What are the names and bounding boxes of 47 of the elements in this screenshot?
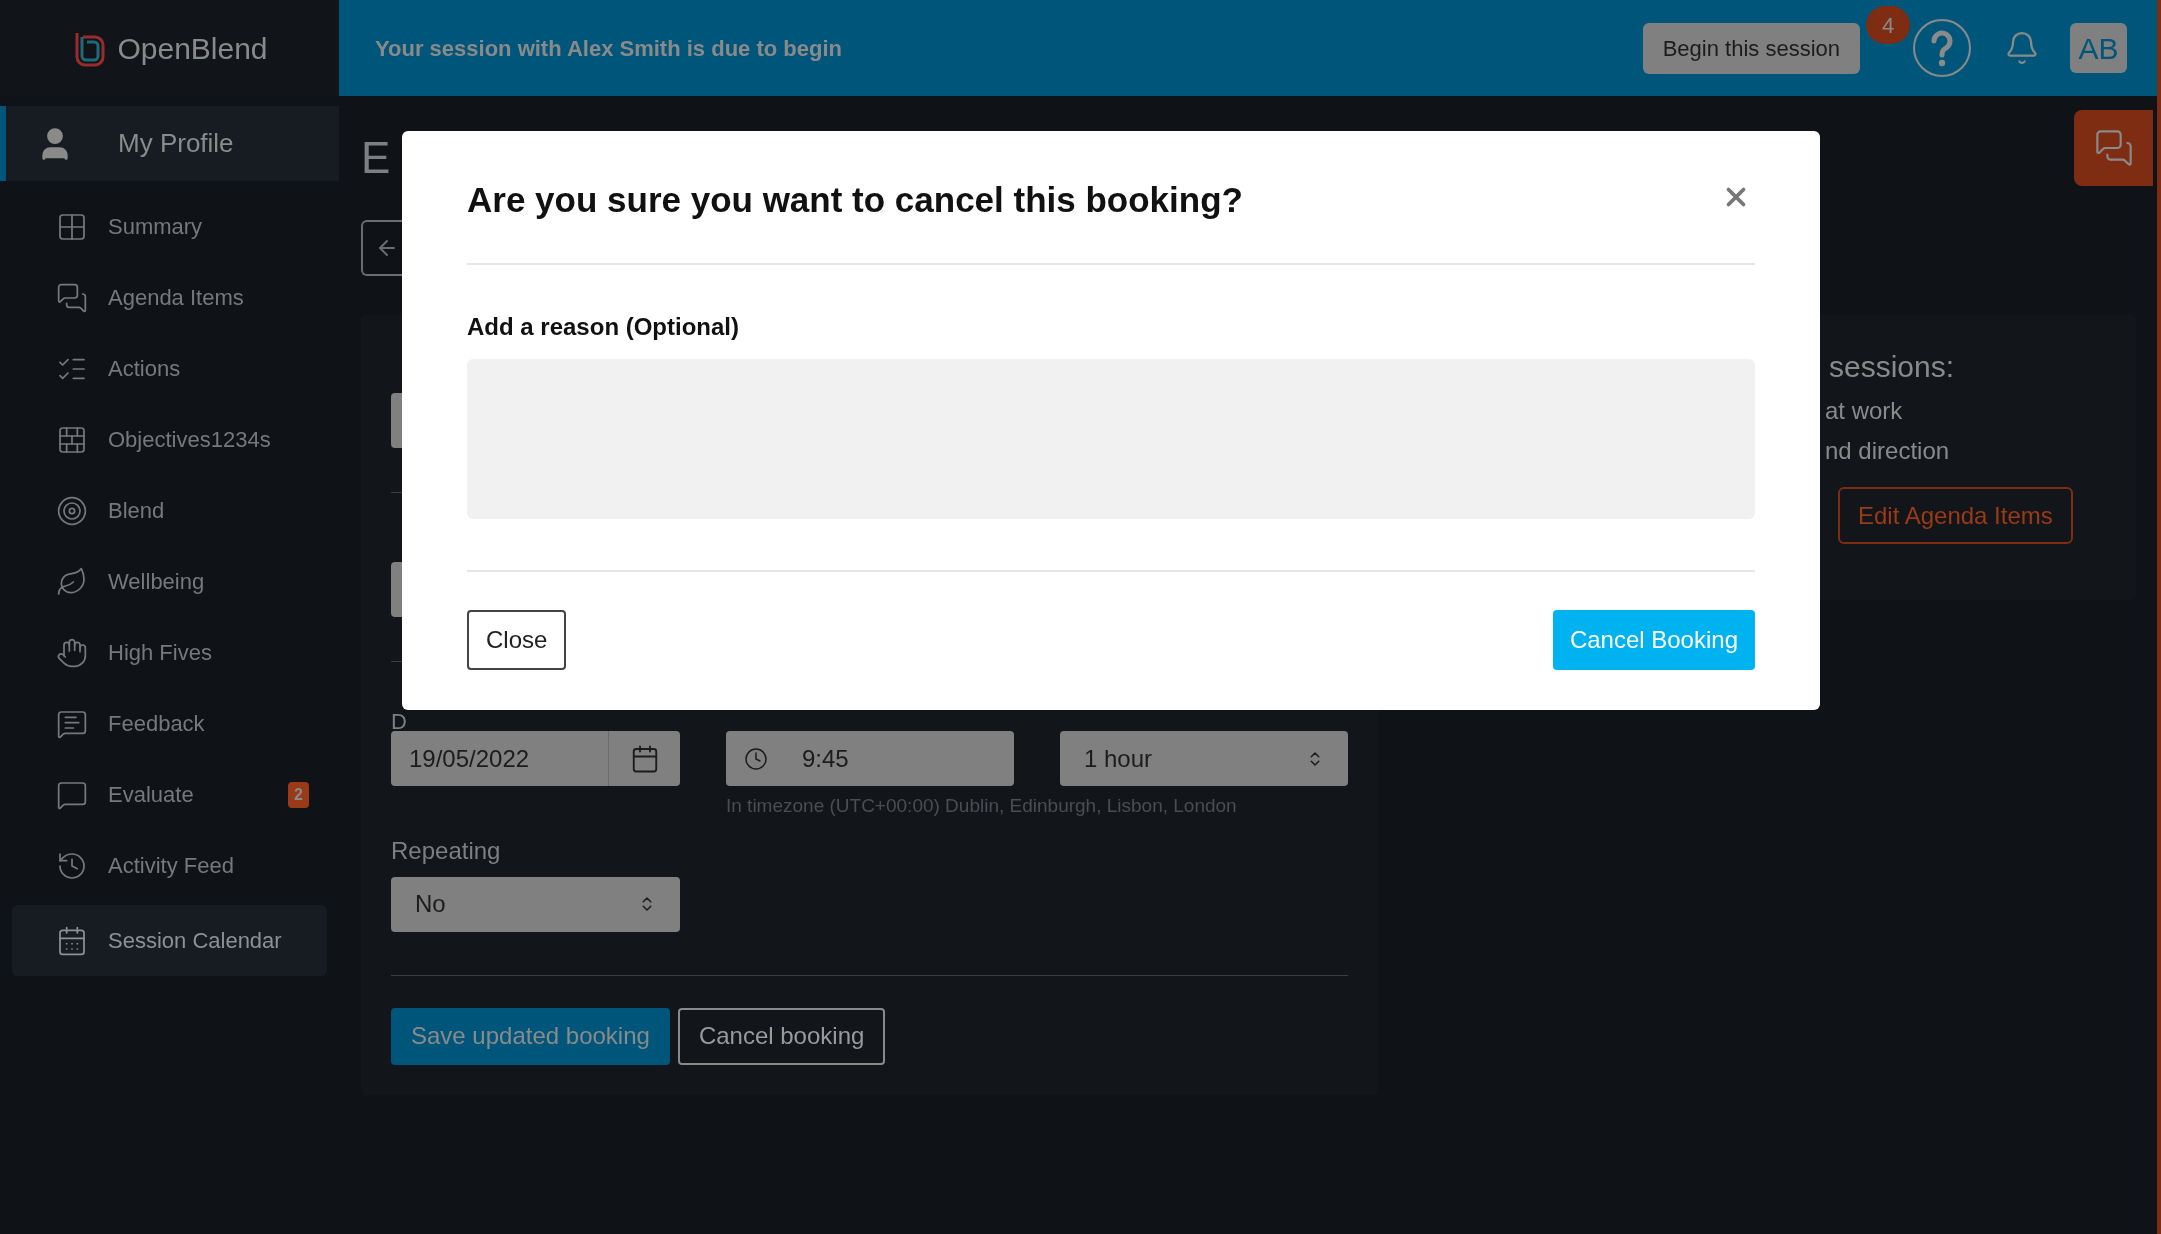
speech-bubbles-icon [56, 281, 88, 314]
begin-session-button[interactable]: Begin this session [1642, 22, 1860, 74]
field-label: D [391, 713, 408, 729]
notification-badge: 4 [1866, 6, 1910, 44]
sidebar-item[interactable]: Wellbeing [12, 546, 327, 617]
sidebar-item[interactable]: Actions [12, 333, 327, 404]
profile-nav-item[interactable]: My Profile [0, 106, 339, 181]
target-icon [56, 494, 88, 527]
help-icon[interactable] [1912, 18, 1972, 78]
clock-icon [744, 746, 768, 771]
sidebar-item[interactable]: High Fives [12, 617, 327, 688]
page-heading: E [361, 132, 391, 184]
sidebar-item[interactable]: Agenda Items [12, 262, 327, 333]
count-badge: 2 [288, 781, 309, 808]
cancel-booking-button[interactable]: Cancel booking [677, 1007, 886, 1065]
select-field[interactable]: 1 hour [1060, 731, 1348, 786]
calendar-icon [56, 924, 88, 957]
card-title: sessions: [1829, 349, 1956, 385]
sidebar-item[interactable]: Evaluate 2 [12, 759, 327, 830]
card-text: at work [1825, 396, 1904, 426]
field-label: Add a reason (Optional) [467, 312, 740, 342]
bell-icon[interactable] [2004, 30, 2040, 66]
speech-bubbles-icon [2093, 128, 2134, 168]
input-field[interactable] [391, 393, 402, 448]
field-label: Repeating [391, 835, 502, 866]
save-booking-button[interactable]: Save updated booking [391, 1007, 670, 1065]
sidebar-item[interactable]: Objectives1234s [12, 404, 327, 475]
sidebar-item[interactable]: Session Calendar [12, 905, 327, 976]
confirm-cancel-button[interactable]: Cancel Booking [1552, 610, 1755, 670]
close-button[interactable]: Close [467, 610, 567, 670]
input-field[interactable] [391, 562, 402, 617]
date-field[interactable]: 19/05/2022 [391, 731, 680, 786]
card-text: nd direction [1825, 436, 1951, 466]
hand-icon [56, 636, 88, 669]
chat-tab[interactable] [2074, 110, 2153, 186]
sidebar-item[interactable]: Blend [12, 475, 327, 546]
timezone-note: In timezone (UTC+00:00) Dublin, Edinburgh, Lisbon, London [726, 794, 1238, 818]
sidebar-item[interactable]: Summary [12, 191, 327, 262]
dialog-title: Are you sure you want to cancel this booking? [467, 178, 1243, 221]
edit-agenda-button[interactable]: Edit Agenda Items [1838, 487, 2073, 544]
banner-message: Your session with Alex Smith is due to begin [375, 34, 843, 63]
logo-text: OpenBlend [117, 30, 268, 67]
time-field[interactable]: 9:45 [726, 731, 1014, 786]
sidebar-item[interactable]: Feedback [12, 688, 327, 759]
sidebar-item[interactable]: Activity Feed [12, 830, 327, 901]
leaf-icon [56, 565, 88, 598]
select-field[interactable]: No [391, 876, 680, 932]
